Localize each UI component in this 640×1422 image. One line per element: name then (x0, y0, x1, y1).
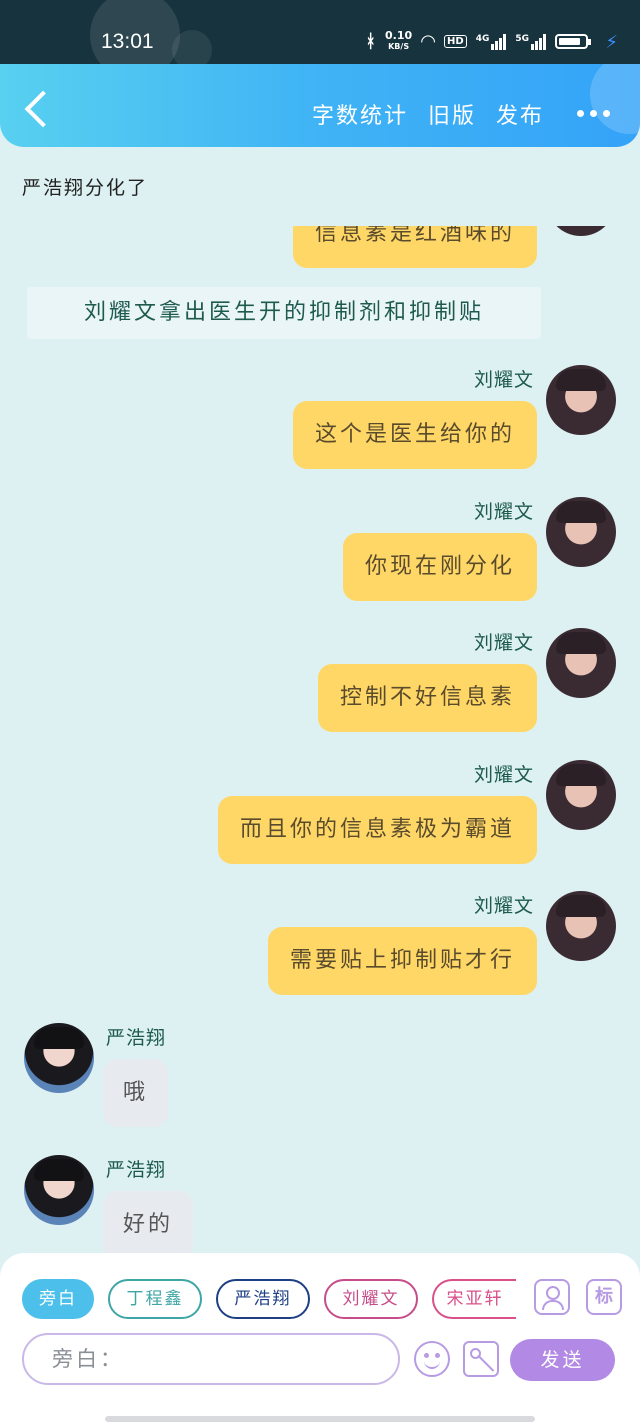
speaker-name: 刘耀文 (473, 632, 534, 654)
avatar[interactable] (546, 628, 616, 698)
role-selector: 旁白 丁程鑫 严浩翔 刘耀文 宋亚轩 (22, 1279, 516, 1319)
word-count-button[interactable]: 字数统计 (312, 98, 408, 130)
network-speed: 0.10 KB/S (385, 29, 413, 52)
avatar[interactable] (546, 760, 616, 830)
person-icon[interactable] (534, 1279, 570, 1315)
send-button[interactable]: 发送 (510, 1339, 615, 1381)
message-bubble[interactable]: 好的 (103, 1191, 194, 1253)
speaker-name: 刘耀文 (473, 369, 534, 391)
speaker-name: 刘耀文 (473, 895, 534, 917)
partial-message: 信息素是红酒味的 (0, 226, 640, 269)
role-chip-narrator[interactable]: 旁白 (22, 1279, 94, 1319)
top-bar: 字数统计 旧版 发布 (0, 64, 640, 147)
role-chip[interactable]: 宋亚轩 (432, 1279, 516, 1319)
role-chip[interactable]: 刘耀文 (324, 1279, 418, 1319)
chat-area[interactable]: 严浩翔分化了 信息素是红酒味的 刘耀文拿出医生开的抑制剂和抑制贴 刘耀文 这个是… (0, 147, 640, 1253)
avatar[interactable] (546, 891, 616, 961)
message-bubble[interactable]: 信息素是红酒味的 (292, 226, 537, 268)
avatar[interactable] (24, 1023, 94, 1093)
wifi-icon: ◠ (421, 31, 436, 52)
message-bubble[interactable]: 需要贴上抑制贴才行 (267, 927, 537, 995)
message-bubble[interactable]: 哦 (103, 1059, 169, 1127)
charging-icon: ⚡ (605, 32, 618, 53)
role-chip[interactable]: 严浩翔 (216, 1279, 310, 1319)
emoji-icon[interactable] (414, 1341, 450, 1377)
message-bubble[interactable]: 控制不好信息素 (317, 664, 537, 732)
avatar[interactable] (546, 226, 616, 236)
chapter-title: 严浩翔分化了 (22, 177, 149, 199)
more-dots-icon[interactable] (577, 110, 610, 117)
home-indicator[interactable] (105, 1416, 535, 1422)
system-nav-bar (0, 1390, 640, 1422)
tag-button[interactable]: 标 (586, 1279, 622, 1315)
bluetooth-icon: ᚼ (365, 31, 377, 52)
message-input[interactable]: 旁白： (22, 1333, 400, 1385)
message-bubble[interactable]: 这个是医生给你的 (292, 401, 537, 469)
speaker-name: 刘耀文 (473, 501, 534, 523)
speaker-name: 刘耀文 (473, 764, 534, 786)
avatar[interactable] (24, 1155, 94, 1225)
speaker-name: 严浩翔 (106, 1027, 167, 1049)
signal-icon: 4G (475, 33, 507, 50)
publish-button[interactable]: 发布 (496, 98, 544, 130)
message-bubble[interactable]: 你现在刚分化 (342, 533, 537, 601)
status-time: 13:01 (101, 30, 154, 53)
image-icon[interactable] (463, 1341, 499, 1377)
hd-badge: HD (444, 35, 467, 48)
network-speed-value: 0.10 (385, 29, 413, 42)
signal-icon: 5G (515, 33, 546, 50)
composer: 旁白 丁程鑫 严浩翔 刘耀文 宋亚轩 标 旁白： 发送 (0, 1253, 640, 1390)
old-version-button[interactable]: 旧版 (428, 98, 476, 130)
header-decoration (590, 64, 640, 134)
avatar[interactable] (546, 365, 616, 435)
role-chip[interactable]: 丁程鑫 (108, 1279, 202, 1319)
sim2-label: 5G (515, 33, 529, 44)
network-speed-unit: KB/S (388, 42, 410, 51)
avatar[interactable] (546, 497, 616, 567)
status-bar: 13:01 ᚼ 0.10 KB/S ◠ HD 4G 5G ⚡ (0, 0, 640, 80)
sim1-label: 4G (475, 33, 490, 44)
status-icons: ᚼ 0.10 KB/S ◠ HD 4G 5G (365, 29, 591, 52)
header-actions: 字数统计 旧版 发布 (312, 98, 544, 130)
chevron-left-icon[interactable] (24, 90, 62, 128)
battery-icon (555, 34, 591, 49)
narration-line[interactable]: 刘耀文拿出医生开的抑制剂和抑制贴 (27, 287, 541, 339)
speaker-name: 严浩翔 (106, 1159, 167, 1181)
message-bubble[interactable]: 而且你的信息素极为霸道 (217, 796, 537, 864)
